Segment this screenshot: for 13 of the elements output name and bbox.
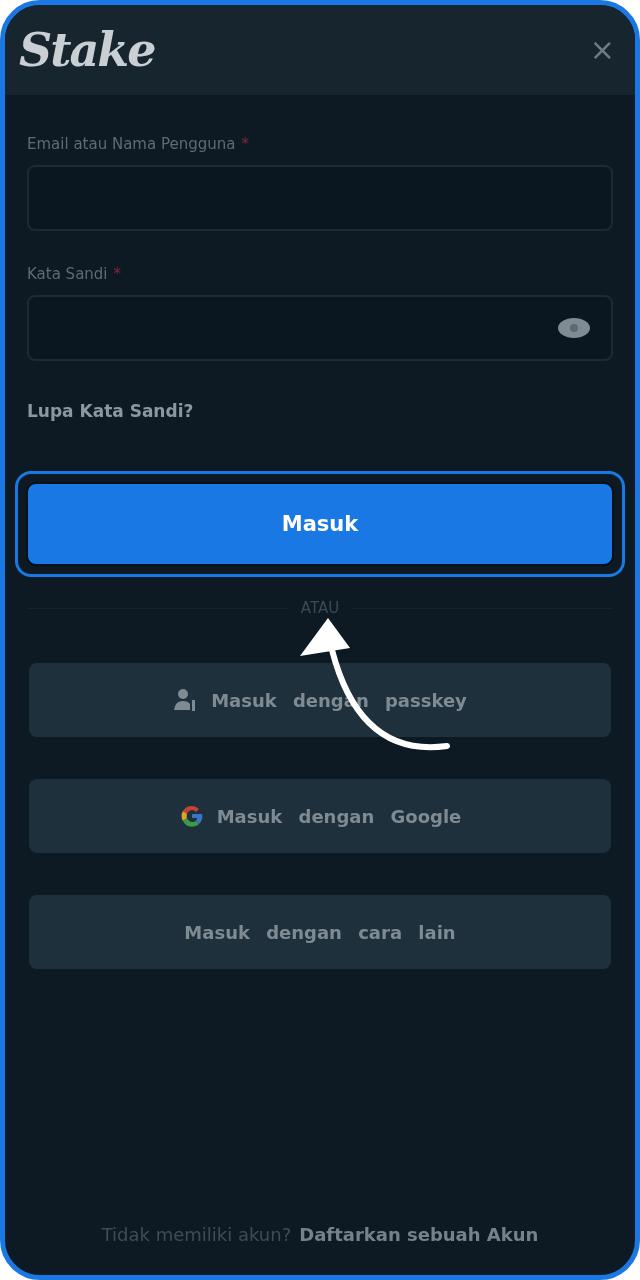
required-mark: * <box>241 135 249 153</box>
login-option-button[interactable]: Masuk dengan cara lain <box>29 895 611 969</box>
eye-icon[interactable] <box>557 317 591 339</box>
field-label: Kata Sandi <box>27 265 108 283</box>
register-link[interactable]: Daftarkan sebuah Akun <box>299 1224 539 1245</box>
forgot-password-link[interactable]: Lupa Kata Sandi? <box>27 401 194 421</box>
logo: Stake <box>19 23 155 77</box>
required-mark: * <box>113 265 121 283</box>
login-button[interactable]: Masuk <box>26 482 614 566</box>
field-label: Email atau Nama Pengguna <box>27 135 236 153</box>
login-option-button[interactable]: Masuk dengan Google <box>29 779 611 853</box>
input-field[interactable] <box>27 295 613 361</box>
close-button[interactable]: × <box>589 35 615 65</box>
